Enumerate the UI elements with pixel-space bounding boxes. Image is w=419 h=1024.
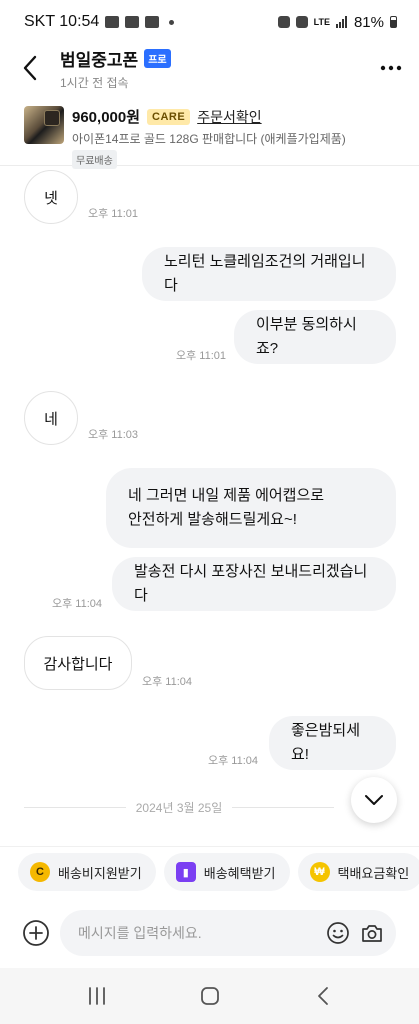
care-badge: CARE [147, 108, 191, 125]
message-input-box[interactable] [60, 910, 396, 956]
more-options-button[interactable] [363, 44, 419, 92]
nfc-icon [277, 16, 290, 28]
product-bar[interactable]: 960,000원 CARE 주문서확인 아이폰14프로 골드 128G 판매합니… [0, 100, 419, 169]
camera-icon[interactable] [360, 921, 384, 945]
outgoing-message: 네 그러면 내일 제품 에어캡으로 안전하게 발송해드릴게요~! [106, 468, 396, 548]
gallery-notification-icon [105, 16, 120, 28]
message-time: 오후 11:01 [88, 208, 139, 220]
message-time: 오후 11:04 [142, 676, 193, 688]
message-time: 오후 11:04 [208, 755, 259, 767]
product-title: 아이폰14프로 골드 128G 판매합니다 (애케플가입제품) [72, 132, 346, 146]
last-seen: 1시간 전 접속 [60, 75, 129, 90]
message-text: 감사합니다 [43, 655, 113, 673]
outgoing-message: 노리턴 노클레임조건의 거래입니다 [142, 247, 396, 301]
recent-apps-button[interactable] [77, 976, 117, 1016]
status-right: LTE 81% [277, 13, 397, 31]
chip-shipping-support[interactable]: C 배송비지원받기 [18, 853, 156, 891]
more-dots-icon [380, 65, 402, 71]
product-info: 960,000원 CARE 주문서확인 아이폰14프로 골드 128G 판매합니… [72, 106, 399, 169]
message-text: 발송전 다시 포장사진 보내드리겠습니다 [134, 563, 368, 604]
chip-delivery-fee[interactable]: ₩ 택배요금확인 [297, 853, 419, 891]
battery-percent: 81% [353, 13, 384, 31]
chat-header: 범일중고폰 프로 1시간 전 접속 [0, 44, 419, 92]
back-arrow-icon [317, 987, 328, 1005]
recent-apps-icon [88, 987, 105, 1005]
home-icon [200, 987, 219, 1005]
battery-icon [390, 16, 397, 28]
order-confirm-link[interactable]: 주문서확인 [197, 107, 261, 127]
chat-area[interactable]: 넷 오후 11:01 노리턴 노클레임조건의 거래입니다 이부분 동의하시죠? … [0, 167, 419, 842]
chevron-down-icon [365, 795, 383, 805]
nav-back-button[interactable] [303, 976, 343, 1016]
network-type: LTE [313, 16, 330, 27]
scroll-to-bottom-button[interactable] [351, 777, 397, 823]
date-label: 2024년 3월 25일 [135, 801, 223, 815]
chat-notification-icon [125, 16, 140, 28]
alarm-icon [295, 16, 308, 28]
product-price: 960,000원 [72, 109, 141, 126]
more-notifications-icon [169, 19, 175, 25]
gift-icon: ▮ [175, 862, 196, 882]
emoji-icon[interactable] [326, 921, 350, 945]
message-text: 넷 [44, 189, 58, 207]
signal-icon [335, 16, 347, 28]
product-thumbnail[interactable] [24, 106, 64, 144]
system-nav-bar [0, 968, 419, 1024]
won-coin-icon: ₩ [309, 862, 330, 882]
chip-label: 배송혜택받기 [203, 865, 276, 881]
status-bar: SKT 10:54 LTE 81% [0, 0, 419, 44]
incoming-message: 네 [24, 391, 78, 445]
coin-c-icon: C [30, 862, 50, 882]
outgoing-message: 발송전 다시 포장사진 보내드리겠습니다 [112, 557, 396, 611]
chevron-left-icon [23, 55, 37, 81]
message-input[interactable] [78, 925, 316, 941]
message-text: 이부분 동의하시죠? [256, 316, 357, 357]
message-time: 오후 11:04 [52, 598, 103, 610]
message-text: 네 그러면 내일 제품 에어캡으로 안전하게 발송해드릴게요~! [128, 487, 325, 528]
outgoing-message: 좋은밤되세요! [269, 716, 396, 770]
back-button[interactable] [0, 44, 60, 92]
chip-label: 배송비지원받기 [58, 865, 142, 881]
home-button[interactable] [190, 976, 230, 1016]
chip-shipping-benefit[interactable]: ▮ 배송혜택받기 [163, 853, 290, 891]
divider-line [24, 807, 126, 808]
message-text: 좋은밤되세요! [291, 722, 361, 763]
chip-label: 택배요금확인 [337, 865, 410, 881]
message-input-bar [0, 906, 419, 960]
incoming-message: 감사합니다 [24, 636, 132, 690]
message-time: 오후 11:01 [176, 350, 227, 362]
incoming-message: 넷 [24, 170, 78, 224]
seller-name: 범일중고폰 [60, 50, 139, 70]
pro-badge: 프로 [144, 48, 171, 68]
message-text: 네 [44, 410, 58, 428]
quick-action-chips: C 배송비지원받기 ▮ 배송혜택받기 ₩ 택배요금확인 [0, 846, 419, 898]
status-left: SKT 10:54 [24, 13, 175, 31]
date-divider: 2024년 3월 25일 [24, 799, 335, 816]
plus-circle-icon[interactable] [22, 919, 50, 947]
message-notification-icon [145, 16, 160, 28]
message-time: 오후 11:03 [88, 429, 139, 441]
carrier-time: SKT 10:54 [24, 13, 100, 30]
divider-line [232, 807, 335, 808]
message-text: 노리턴 노클레임조건의 거래입니다 [164, 253, 366, 294]
seller-info[interactable]: 범일중고폰 프로 1시간 전 접속 [60, 46, 363, 91]
outgoing-message: 이부분 동의하시죠? [234, 310, 396, 364]
